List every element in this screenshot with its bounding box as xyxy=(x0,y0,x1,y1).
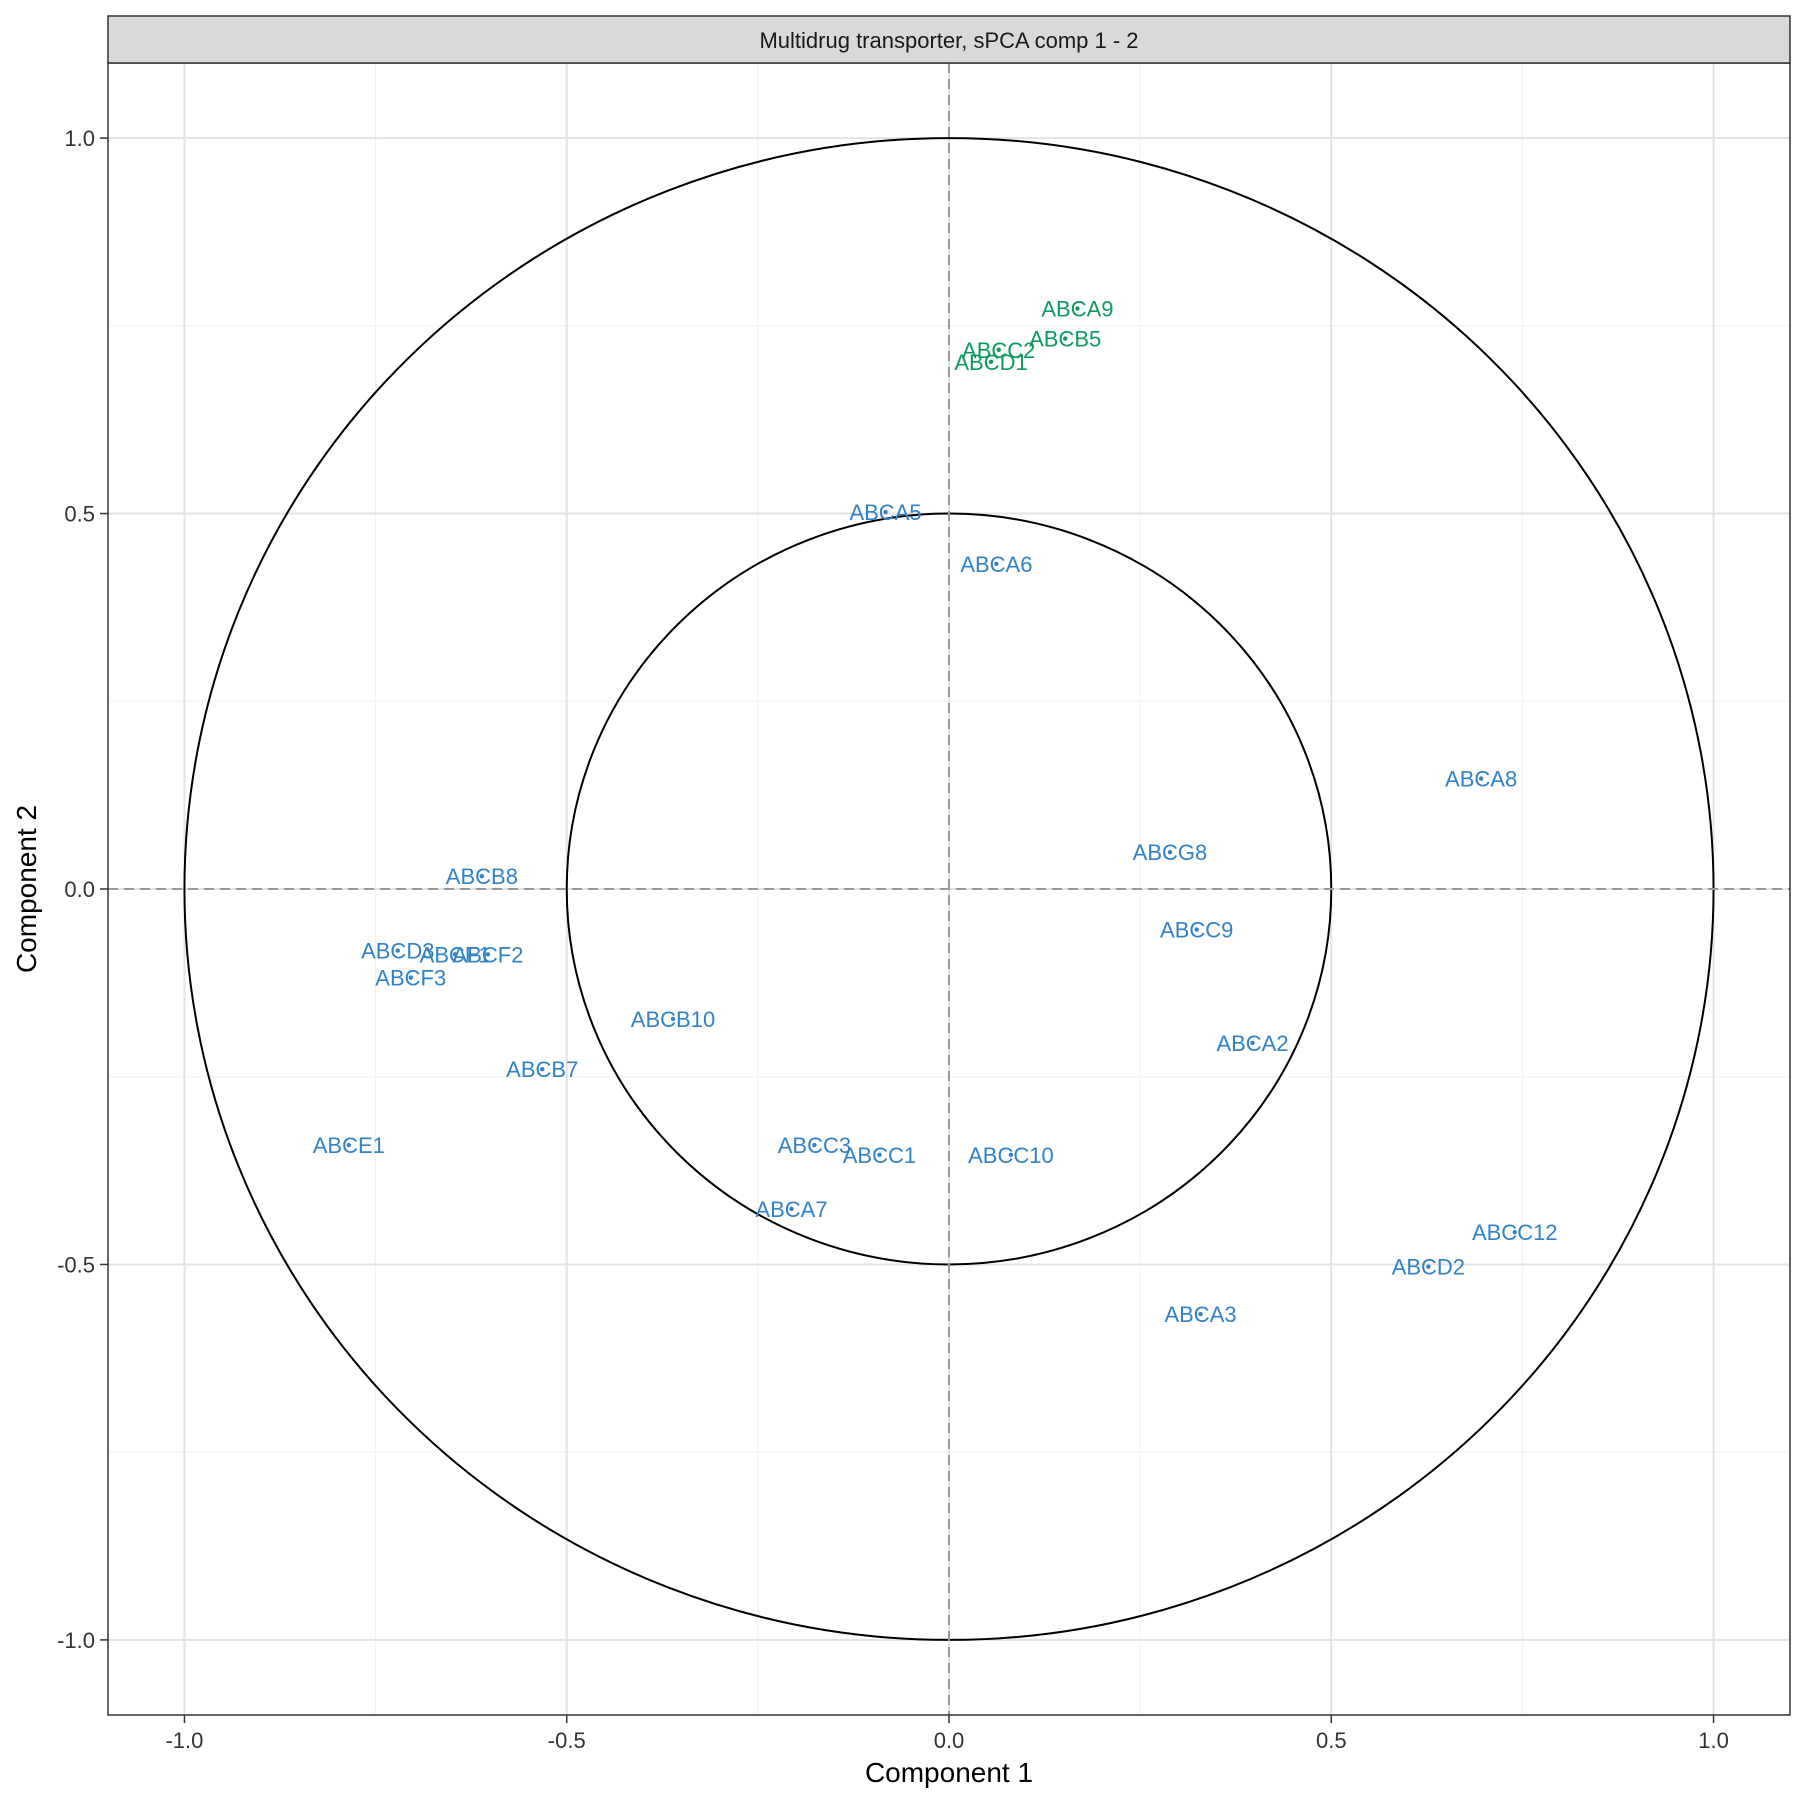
point-label: ABCG8 xyxy=(1133,840,1208,865)
point-abcg8: ABCG8 xyxy=(1133,840,1208,865)
point-abcc10: ABCC10 xyxy=(968,1143,1054,1168)
point-label: ABCA8 xyxy=(1445,767,1517,792)
point-label: ABCA9 xyxy=(1041,297,1113,322)
point-abca9: ABCA9 xyxy=(1041,297,1113,322)
x-tick-label: -0.5 xyxy=(548,1728,586,1753)
point-abca6: ABCA6 xyxy=(960,552,1032,577)
y-tick-label: 0.0 xyxy=(64,877,95,902)
point-abcc9: ABCC9 xyxy=(1160,918,1233,943)
x-tick-label: -1.0 xyxy=(165,1728,203,1753)
point-label: ABCA3 xyxy=(1164,1302,1236,1327)
point-label: ABCA7 xyxy=(755,1197,827,1222)
point-label: ABCA2 xyxy=(1216,1031,1288,1056)
point-label: ABCD2 xyxy=(1392,1255,1465,1280)
point-abcd1: ABCD1 xyxy=(954,350,1027,375)
x-tick-label: 1.0 xyxy=(1698,1728,1729,1753)
point-label: ABCF2 xyxy=(453,942,524,967)
point-label: ABCA6 xyxy=(960,552,1032,577)
point-abca5: ABCA5 xyxy=(849,500,921,525)
point-abcc3: ABCC3 xyxy=(778,1133,851,1158)
point-label: ABCC9 xyxy=(1160,918,1233,943)
y-tick-label: 1.0 xyxy=(64,126,95,151)
point-label: ABCC12 xyxy=(1472,1220,1558,1245)
point-abcd2: ABCD2 xyxy=(1392,1255,1465,1280)
point-abce1: ABCE1 xyxy=(313,1133,385,1158)
point-label: ABCB7 xyxy=(506,1057,578,1082)
point-abcf2: ABCF2 xyxy=(453,942,524,967)
point-abcb10: ABCB10 xyxy=(631,1007,715,1032)
point-label: ABCC1 xyxy=(843,1143,916,1168)
chart-title: Multidrug transporter, sPCA comp 1 - 2 xyxy=(759,28,1138,53)
point-abcc1: ABCC1 xyxy=(843,1143,916,1168)
y-tick-label: 0.5 xyxy=(64,502,95,527)
y-axis-ticks: -1.0 -0.5 0.0 0.5 1.0 xyxy=(57,126,108,1653)
point-label: ABCB5 xyxy=(1029,327,1101,352)
y-axis-title: Component 2 xyxy=(11,805,42,973)
point-label: ABCD1 xyxy=(954,350,1027,375)
point-label: ABCF3 xyxy=(375,966,446,991)
x-axis-title: Component 1 xyxy=(865,1757,1033,1788)
point-abcb5: ABCB5 xyxy=(1029,327,1101,352)
x-tick-label: 0.0 xyxy=(934,1728,965,1753)
point-abca8: ABCA8 xyxy=(1445,767,1517,792)
y-tick-label: -1.0 xyxy=(57,1628,95,1653)
point-abcc12: ABCC12 xyxy=(1472,1220,1558,1245)
point-label: ABCA5 xyxy=(849,500,921,525)
point-label: ABCE1 xyxy=(313,1133,385,1158)
point-abcf3: ABCF3 xyxy=(375,966,446,991)
point-label: ABCB10 xyxy=(631,1007,715,1032)
point-abcb8: ABCB8 xyxy=(446,864,518,889)
point-label: ABCB8 xyxy=(446,864,518,889)
point-abca3: ABCA3 xyxy=(1164,1302,1236,1327)
point-abca2: ABCA2 xyxy=(1216,1031,1288,1056)
point-label: ABCC3 xyxy=(778,1133,851,1158)
point-label: ABCC10 xyxy=(968,1143,1054,1168)
y-tick-label: -0.5 xyxy=(57,1252,95,1277)
point-abcb7: ABCB7 xyxy=(506,1057,578,1082)
x-tick-label: 0.5 xyxy=(1316,1728,1347,1753)
point-abca7: ABCA7 xyxy=(755,1197,827,1222)
x-axis-ticks: -1.0 -0.5 0.0 0.5 1.0 xyxy=(165,1715,1729,1753)
correlation-circle-plot: ABCA9ABCB5ABCC2ABCD1ABCA5ABCA6ABCA8ABCG8… xyxy=(11,15,1791,1788)
